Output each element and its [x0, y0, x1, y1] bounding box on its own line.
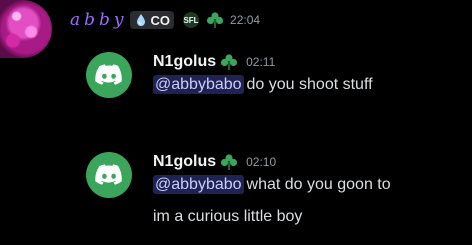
guild-tag-label: CO: [150, 12, 171, 28]
svg-text:SFL: SFL: [183, 16, 198, 25]
username[interactable]: abby: [70, 10, 128, 30]
avatar[interactable]: [86, 52, 132, 98]
clover-icon: [221, 154, 238, 170]
clover-icon: [221, 54, 238, 70]
avatar[interactable]: [86, 152, 132, 198]
message-text: do you shoot stuff: [246, 76, 373, 93]
message-content-line-2: im a curious little boy: [153, 208, 303, 225]
message-content: @abbybabo what do you goon to: [153, 175, 391, 194]
sfl-badge-icon: SFL: [183, 12, 200, 28]
timestamp[interactable]: 22:04: [230, 13, 260, 27]
message-header: abby CO SFL 22:04: [70, 9, 260, 31]
message-header: N1golus 02:10: [153, 151, 276, 173]
message-header: N1golus 02:11: [153, 51, 275, 73]
guild-tag[interactable]: CO: [129, 11, 175, 29]
timestamp[interactable]: 02:11: [246, 55, 275, 69]
chat-view: abby CO SFL 22:04 N1golus 02:11 @abbybab…: [0, 0, 472, 245]
user-mention[interactable]: @abbybabo: [153, 175, 244, 194]
user-mention[interactable]: @abbybabo: [153, 75, 244, 94]
message-content: @abbybabo do you shoot stuff: [153, 75, 373, 94]
timestamp[interactable]: 02:10: [246, 155, 276, 169]
username[interactable]: N1golus: [153, 53, 216, 71]
discord-logo-icon: [95, 64, 122, 85]
username[interactable]: N1golus: [153, 153, 216, 171]
clover-icon: [206, 12, 224, 28]
message-text: what do you goon to: [246, 176, 391, 193]
avatar[interactable]: [0, 0, 52, 58]
water-drop-icon: [136, 14, 145, 26]
discord-logo-icon: [95, 164, 122, 185]
